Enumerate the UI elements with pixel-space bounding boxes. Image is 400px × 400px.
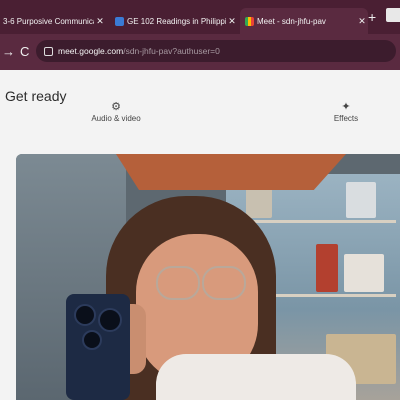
- sparkle-icon: ✦: [341, 101, 351, 113]
- address-bar: → C meet.google.com/sdn-jhfu-pav?authuse…: [0, 34, 400, 70]
- tab-title: 3-6 Purposive Communication ‡: [3, 16, 94, 26]
- effects-label: Effects: [333, 114, 359, 123]
- person-shirt: [156, 354, 356, 400]
- lock-icon: [44, 46, 53, 56]
- video-preview: [16, 154, 400, 400]
- new-tab-button[interactable]: +: [368, 9, 376, 25]
- tab-title: GE 102 Readings in Philippine His: [127, 16, 226, 26]
- smartphone: [66, 294, 130, 400]
- reload-icon[interactable]: C: [20, 44, 29, 59]
- gear-sparkle-icon: ⚙: [111, 101, 121, 113]
- audio-video-label: Audio & video: [91, 114, 141, 123]
- lamp-shade: [116, 154, 346, 190]
- tab-ge102-readings[interactable]: GE 102 Readings in Philippine His ✕: [110, 10, 238, 32]
- url-path: /sdn-jhfu-pav?authuser=0: [123, 46, 220, 56]
- tab-purposive-communication[interactable]: 3-6 Purposive Communication ‡ ✕: [0, 10, 106, 32]
- url-input[interactable]: meet.google.com/sdn-jhfu-pav?authuser=0: [36, 40, 396, 62]
- glasses-right-lens: [202, 266, 246, 300]
- close-icon[interactable]: ✕: [94, 16, 106, 27]
- tab-title: Meet - sdn-jhfu-pav: [257, 16, 326, 26]
- docs-favicon-icon: [115, 16, 124, 26]
- glasses-left-lens: [156, 266, 200, 300]
- page-title: Get ready: [5, 88, 67, 104]
- close-icon[interactable]: ✕: [356, 16, 368, 27]
- audio-video-button[interactable]: ⚙ Audio & video: [88, 100, 144, 123]
- meet-page: Get ready ⚙ Audio & video ✦ Effects: [0, 70, 400, 400]
- forward-icon[interactable]: →: [2, 44, 15, 59]
- window-control-icon[interactable]: [386, 8, 400, 22]
- effects-button[interactable]: ✦ Effects: [326, 100, 366, 123]
- meet-favicon-icon: [245, 16, 254, 26]
- tab-strip: 3-6 Purposive Communication ‡ ✕ GE 102 R…: [0, 0, 400, 34]
- monitor-screen: 3-6 Purposive Communication ‡ ✕ GE 102 R…: [0, 0, 400, 400]
- close-icon[interactable]: ✕: [226, 16, 238, 27]
- url-host: meet.google.com: [58, 46, 124, 56]
- tab-meet[interactable]: Meet - sdn-jhfu-pav ✕: [240, 8, 368, 34]
